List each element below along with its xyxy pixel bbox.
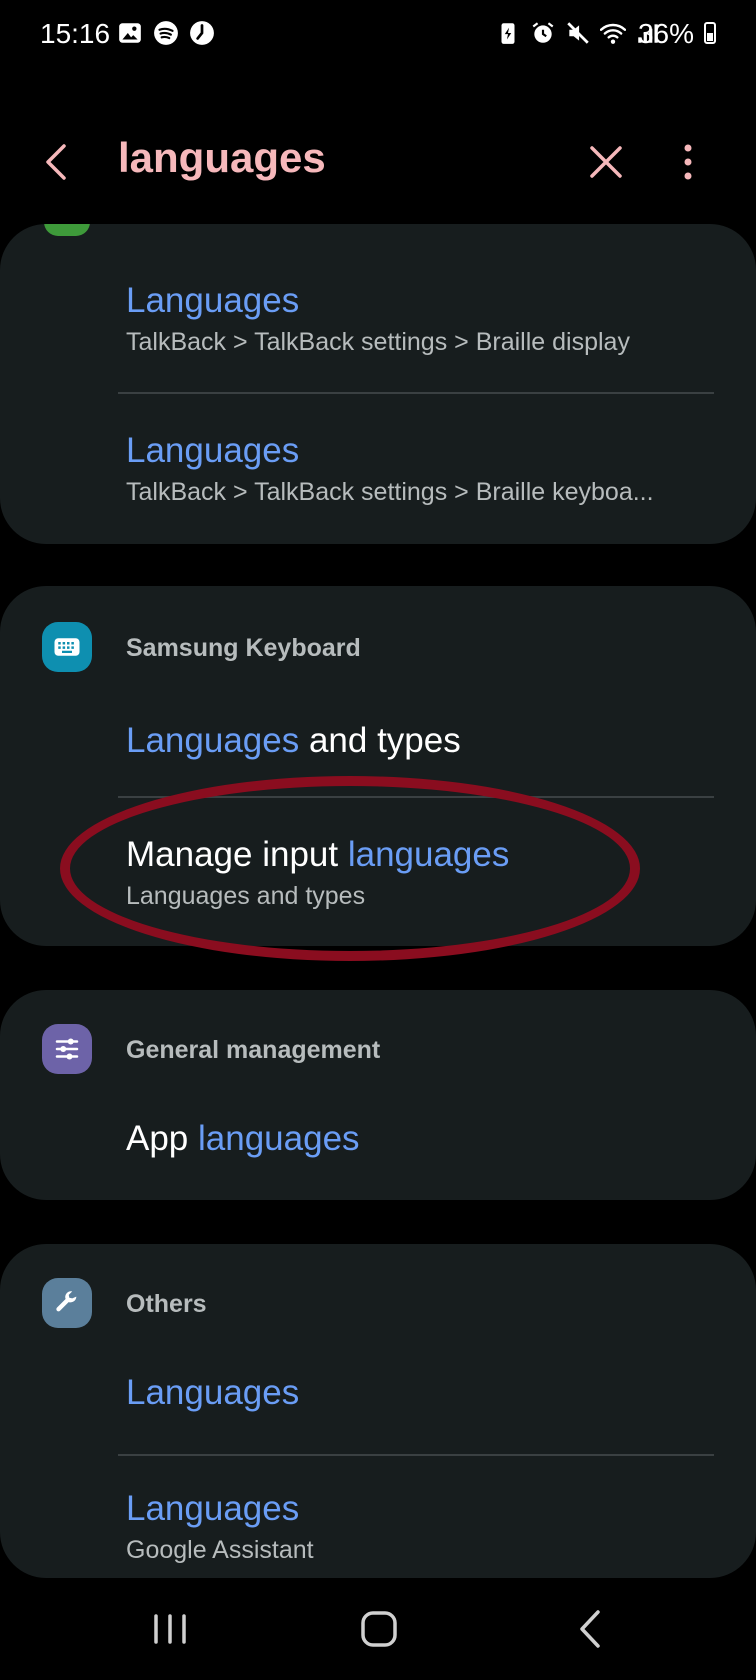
recents-icon <box>154 1614 186 1644</box>
recents-button[interactable] <box>140 1604 200 1654</box>
app-name: Samsung Keyboard <box>126 634 361 662</box>
wrench-icon <box>42 1278 92 1328</box>
spotify-icon <box>154 21 178 45</box>
app-header-row: Others <box>0 1272 756 1332</box>
keyboard-icon <box>42 622 92 672</box>
status-time: 15:16 <box>40 18 111 49</box>
close-icon <box>590 146 622 178</box>
app-name: General management <box>126 1036 381 1064</box>
clock-app-icon <box>190 21 214 45</box>
nav-back-button[interactable] <box>562 1604 622 1654</box>
back-button[interactable] <box>30 134 86 190</box>
app-name: Others <box>126 1290 207 1318</box>
wifi-icon <box>600 23 626 44</box>
result-item[interactable]: Languages Google Assistant <box>126 1488 716 1565</box>
more-vert-icon <box>684 144 692 180</box>
gallery-icon <box>119 23 141 43</box>
result-item-app-languages[interactable]: App languages <box>126 1118 716 1160</box>
status-bar: 15:16 36% <box>0 0 756 70</box>
battery-saver-icon <box>501 23 515 44</box>
mute-icon <box>567 22 589 44</box>
alarm-icon <box>532 22 554 43</box>
result-group-talkback: Languages TalkBack > TalkBack settings >… <box>0 224 756 544</box>
navigation-bar <box>0 1580 756 1680</box>
battery-icon <box>704 22 716 44</box>
home-button[interactable] <box>350 1604 410 1654</box>
talkback-app-icon <box>44 224 90 236</box>
home-icon <box>361 1611 397 1647</box>
clear-search-button[interactable] <box>578 134 634 190</box>
result-group-others: Others Languages Languages Google Assist… <box>0 1244 756 1578</box>
result-group-samsung-keyboard: Samsung Keyboard Languages and types Man… <box>0 586 756 946</box>
result-group-general-management: General management App languages <box>0 990 756 1200</box>
divider <box>118 796 714 798</box>
search-header: languages <box>0 110 756 210</box>
result-item[interactable]: Languages TalkBack > TalkBack settings >… <box>126 430 716 507</box>
sliders-icon <box>42 1024 92 1074</box>
divider <box>118 392 714 394</box>
result-item[interactable]: Languages <box>126 1372 716 1414</box>
divider <box>118 1454 714 1456</box>
battery-percent: 36% <box>637 18 694 49</box>
more-options-button[interactable] <box>660 134 716 190</box>
result-item[interactable]: Languages and types <box>126 720 716 762</box>
search-input[interactable]: languages <box>118 134 326 182</box>
result-item[interactable]: Languages TalkBack > TalkBack settings >… <box>126 280 716 357</box>
app-header-row: General management <box>0 1018 756 1078</box>
result-item-manage-input-languages[interactable]: Manage input languages Languages and typ… <box>126 834 716 911</box>
chevron-left-icon <box>580 1610 600 1648</box>
chevron-left-icon <box>46 144 66 180</box>
app-header-row: Samsung Keyboard <box>0 616 756 676</box>
